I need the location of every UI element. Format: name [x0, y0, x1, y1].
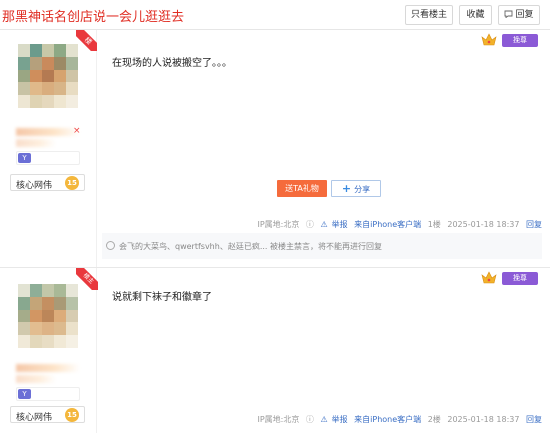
comment-icon — [505, 10, 513, 18]
ip-location: IP属地:北京 — [257, 415, 300, 424]
post-meta: IP属地:北京 ⓘ ⚠ 举报 来自iPhone客户端 2楼 2025-01-18 … — [253, 414, 542, 425]
level-icon: Y — [18, 389, 31, 399]
only-op-button[interactable]: 只看楼主 — [405, 5, 453, 25]
close-mark-icon: × — [73, 126, 81, 136]
post-time: 2025-01-18 18:37 — [447, 220, 520, 229]
report-label: 举报 — [331, 415, 348, 424]
post-body: 挽尊 说就剩下袜子和徽章了 IP属地:北京 ⓘ ⚠ 举报 来自iPhone客户端 … — [97, 268, 550, 433]
thread-title: 那黑神话名创店说一会儿逛逛去 — [2, 10, 185, 25]
ip-location: IP属地:北京 — [257, 220, 300, 229]
zan-button[interactable]: 挽尊 — [502, 272, 538, 285]
author-panel: 楼 × Y 核心网伟 15 — [0, 30, 97, 267]
crown-icon — [481, 33, 497, 46]
share-label: 分享 — [354, 185, 371, 194]
post-content: 在现场的人说被搬空了。。。 — [112, 58, 232, 69]
zan-button[interactable]: 挽尊 — [502, 34, 538, 47]
post-floor-1: 楼 × Y 核心网伟 15 挽尊 在现场的人说被搬空了。。。 送TA礼物 + 分享… — [0, 30, 550, 268]
reply-label: 回复 — [515, 10, 534, 20]
op-ribbon: 楼 — [76, 30, 97, 51]
report-label: 举报 — [331, 220, 348, 229]
comment-bar: 会飞的大菜鸟、qwertfsvhh、赵廷已疯... 被楼主禁言，将不能再进行回复 — [102, 233, 542, 259]
comments-note: 会飞的大菜鸟、qwertfsvhh、赵廷已疯... 被楼主禁言，将不能再进行回复 — [119, 242, 382, 251]
only-op-label: 只看楼主 — [410, 10, 447, 20]
post-body: 挽尊 在现场的人说被搬空了。。。 送TA礼物 + 分享 IP属地:北京 ⓘ ⚠ 举报… — [97, 30, 550, 267]
post-content: 说就剩下袜子和徽章了 — [112, 292, 212, 303]
post-time: 2025-01-18 18:37 — [447, 415, 520, 424]
reply-button[interactable]: 回复 — [498, 5, 540, 25]
fan-badge[interactable]: 核心网伟 15 — [10, 406, 85, 423]
report-link[interactable]: ⚠ 举报 — [320, 220, 347, 229]
avatar[interactable] — [18, 44, 78, 108]
op-ribbon-label: 楼主 — [76, 268, 98, 290]
thread-header: 那黑神话名创店说一会儿逛逛去 只看楼主 收藏 回复 — [0, 0, 550, 30]
op-ribbon: 楼主 — [76, 268, 98, 290]
fan-level-badge: 15 — [65, 176, 79, 190]
collect-label: 收藏 — [466, 10, 485, 20]
fan-label: 核心网伟 — [16, 413, 53, 423]
username-blurred[interactable] — [16, 128, 80, 136]
fan-label: 核心网伟 — [16, 181, 53, 191]
reply-link[interactable]: 回复 — [526, 220, 542, 229]
author-panel: 楼主 Y 核心网伟 15 — [0, 268, 98, 433]
username-blurred-2 — [16, 139, 56, 147]
fan-level-badge: 15 — [65, 408, 79, 422]
op-ribbon-label: 楼 — [76, 30, 97, 51]
client-source[interactable]: 来自iPhone客户端 — [354, 220, 421, 229]
floor-number: 1楼 — [427, 220, 441, 229]
crown-icon — [481, 271, 497, 284]
post-floor-2: 楼主 Y 核心网伟 15 挽尊 说就剩下袜子和徽章了 IP属地:北京 ⓘ ⚠ 举报… — [0, 268, 550, 433]
share-button[interactable]: + 分享 — [331, 180, 381, 197]
help-icon: ⓘ — [305, 220, 314, 229]
collect-button[interactable]: 收藏 — [459, 5, 492, 25]
client-source[interactable]: 来自iPhone客户端 — [354, 415, 421, 424]
fan-badge[interactable]: 核心网伟 15 — [10, 174, 85, 191]
floor-number: 2楼 — [427, 415, 441, 424]
plus-icon: + — [341, 182, 352, 195]
reply-link[interactable]: 回复 — [526, 415, 542, 424]
send-gift-button[interactable]: 送TA礼物 — [277, 180, 327, 197]
post-meta: IP属地:北京 ⓘ ⚠ 举报 来自iPhone客户端 1楼 2025-01-18 … — [253, 219, 542, 230]
username-blurred-2 — [16, 375, 56, 383]
level-icon: Y — [18, 153, 31, 163]
help-icon: ⓘ — [305, 415, 314, 424]
comment-icon — [106, 241, 115, 250]
avatar[interactable] — [18, 284, 78, 348]
report-link[interactable]: ⚠ 举报 — [320, 415, 347, 424]
username-blurred[interactable] — [16, 364, 80, 372]
